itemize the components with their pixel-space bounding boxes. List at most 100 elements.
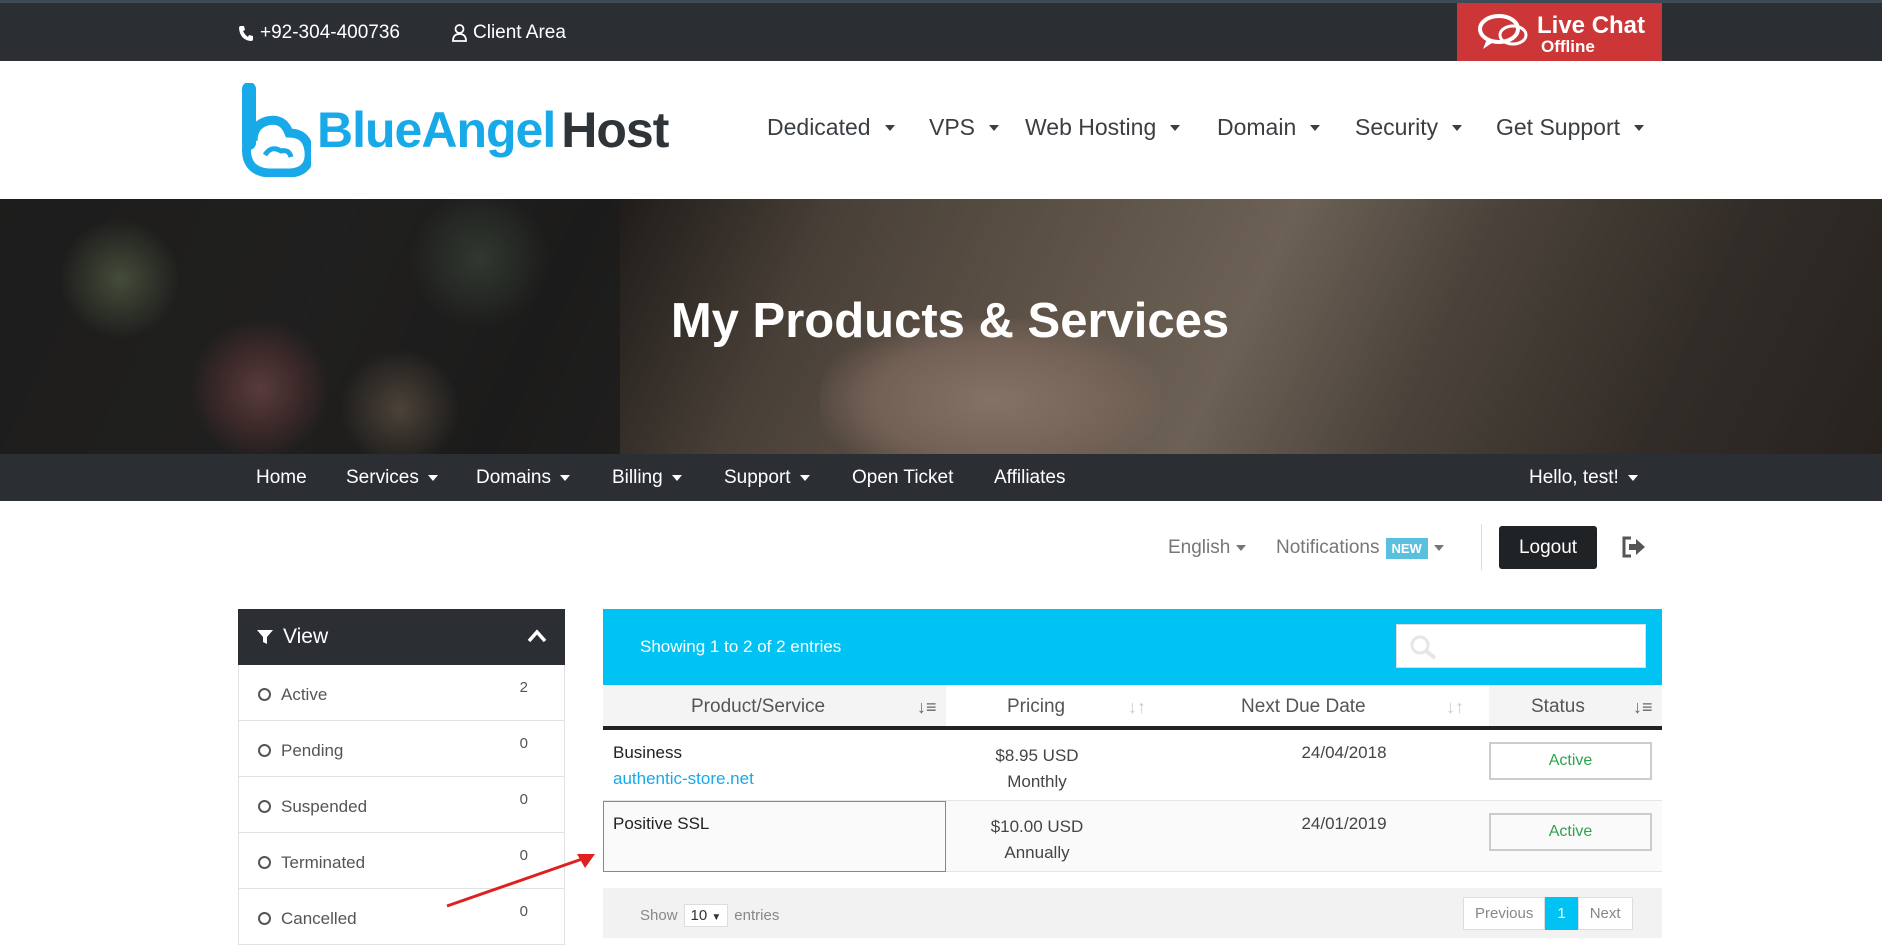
live-chat-button[interactable]: Live Chat Offline xyxy=(1457,3,1662,64)
phone-contact[interactable]: +92-304-400736 xyxy=(238,22,400,44)
page-size-control: Show 10 ▼ entries xyxy=(640,904,779,927)
client-area-link[interactable]: Client Area xyxy=(452,22,566,44)
col-pricing[interactable]: Pricing xyxy=(1007,696,1065,718)
annotation-arrow-icon xyxy=(446,854,595,908)
client-area-label: Client Area xyxy=(473,22,566,43)
nav-web-hosting-label: Web Hosting xyxy=(1025,114,1157,140)
sign-out-icon[interactable] xyxy=(1621,535,1647,559)
radio-icon xyxy=(258,688,271,701)
nav-dedicated[interactable]: Dedicated xyxy=(767,114,895,141)
nav-domain[interactable]: Domain xyxy=(1217,114,1321,141)
cloud-logo-icon xyxy=(241,83,311,177)
entries-label: entries xyxy=(734,907,780,924)
language-selector[interactable]: English xyxy=(1168,526,1247,570)
subnav-domains[interactable]: Domains xyxy=(476,467,570,489)
subnav-services[interactable]: Services xyxy=(346,467,438,489)
hero-banner: My Products & Services xyxy=(0,199,1882,454)
product-domain[interactable]: authentic-store.net xyxy=(613,769,754,789)
caret-down-icon xyxy=(671,475,682,481)
col-product[interactable]: Product/Service xyxy=(691,696,825,718)
previous-page-button[interactable]: Previous xyxy=(1463,897,1546,930)
page-title: My Products & Services xyxy=(670,294,1230,348)
subnav-affiliates-label: Affiliates xyxy=(994,467,1066,488)
notifications-label: Notifications xyxy=(1276,537,1380,558)
subnav-billing-label: Billing xyxy=(612,467,663,488)
filter-count: 0 xyxy=(519,735,528,752)
sort-desc-icon[interactable]: ↓≡ xyxy=(917,697,937,718)
table-search-input[interactable] xyxy=(1396,624,1646,668)
nav-get-support[interactable]: Get Support xyxy=(1496,114,1645,141)
dropdown-arrow-icon: ▼ xyxy=(711,912,722,923)
product-name: Business xyxy=(613,743,682,762)
price-amount: $10.00 USD xyxy=(990,817,1084,836)
logo-text-host: Host xyxy=(561,102,669,158)
table-toolbar: Showing 1 to 2 of 2 entries xyxy=(603,609,1662,685)
subnav-services-label: Services xyxy=(346,467,419,488)
top-bar: +92-304-400736 Client Area Live Chat Off… xyxy=(0,0,1882,64)
caret-down-icon xyxy=(1634,124,1645,131)
language-label: English xyxy=(1168,537,1231,558)
col-next-due-date[interactable]: Next Due Date xyxy=(1241,696,1366,718)
col-status[interactable]: Status xyxy=(1531,696,1585,718)
filter-icon xyxy=(257,630,273,644)
filter-count: 0 xyxy=(519,791,528,808)
products-table-panel: Showing 1 to 2 of 2 entries Product/Serv… xyxy=(603,609,1662,872)
price-amount: $8.95 USD xyxy=(995,746,1079,765)
page-1-button[interactable]: 1 xyxy=(1545,897,1578,930)
nav-vps[interactable]: VPS xyxy=(929,114,1000,141)
subnav-affiliates[interactable]: Affiliates xyxy=(994,467,1065,489)
sort-icon[interactable]: ↓↑ xyxy=(1446,697,1464,718)
filter-label: Terminated xyxy=(281,853,366,872)
filter-label: Active xyxy=(281,685,328,704)
subnav-billing[interactable]: Billing xyxy=(612,467,682,489)
subnav-open-ticket-label: Open Ticket xyxy=(852,467,954,488)
filter-active[interactable]: Active 2 xyxy=(238,665,565,721)
table-header: Product/Service ↓≡ Pricing ↓↑ Next Due D… xyxy=(603,685,1662,730)
sort-desc-icon[interactable]: ↓≡ xyxy=(1633,697,1653,718)
subnav-home-label: Home xyxy=(256,467,307,488)
table-row[interactable]: Positive SSL $10.00 USD Annually 24/01/20… xyxy=(603,801,1662,872)
product-pricing: $8.95 USD Monthly xyxy=(937,743,1137,795)
caret-down-icon xyxy=(559,475,570,481)
subnav-home[interactable]: Home xyxy=(256,467,307,489)
product-pricing: $10.00 USD Annually xyxy=(937,814,1137,866)
phone-icon xyxy=(239,25,253,41)
sort-icon[interactable]: ↓↑ xyxy=(1128,697,1146,718)
billing-cycle: Annually xyxy=(1004,843,1070,862)
table-row[interactable]: Business authentic-store.net $8.95 USD Mo… xyxy=(603,730,1662,801)
site-logo[interactable]: BlueAngel Host xyxy=(235,83,669,177)
logo-text-blueangel: BlueAngel xyxy=(317,102,556,158)
status-badge: Active xyxy=(1489,813,1652,851)
live-chat-status: Offline xyxy=(1541,37,1595,56)
radio-icon xyxy=(258,800,271,813)
notifications-menu[interactable]: Notifications NEW xyxy=(1276,526,1444,570)
nav-web-hosting[interactable]: Web Hosting xyxy=(1025,114,1181,141)
chevron-up-icon[interactable] xyxy=(527,629,547,643)
filter-pending[interactable]: Pending 0 xyxy=(238,721,565,777)
chat-bubbles-icon xyxy=(1478,14,1528,49)
user-menu[interactable]: Hello, test! xyxy=(1529,467,1638,489)
next-page-button[interactable]: Next xyxy=(1577,897,1633,930)
filter-label: Cancelled xyxy=(281,909,357,928)
caret-down-icon xyxy=(1452,124,1463,131)
status-badge: Active xyxy=(1489,742,1652,780)
logout-button[interactable]: Logout xyxy=(1499,526,1597,569)
caret-down-icon xyxy=(989,124,1000,131)
subnav-open-ticket[interactable]: Open Ticket xyxy=(852,467,953,489)
nav-security[interactable]: Security xyxy=(1355,114,1463,141)
radio-icon xyxy=(258,912,271,925)
subnav-support[interactable]: Support xyxy=(724,467,810,489)
view-panel-header[interactable]: View xyxy=(238,609,565,665)
pagination: Previous 1 Next xyxy=(1463,897,1633,930)
site-header: BlueAngel Host Dedicated VPS Web Hosting… xyxy=(0,61,1882,199)
new-badge: NEW xyxy=(1385,537,1428,559)
next-due-date: 24/01/2019 xyxy=(1301,814,1387,833)
page-size-select[interactable]: 10 ▼ xyxy=(683,904,729,927)
nav-dedicated-label: Dedicated xyxy=(767,114,871,140)
nav-security-label: Security xyxy=(1355,114,1439,140)
page-size-value: 10 xyxy=(690,907,708,924)
filter-count: 2 xyxy=(519,679,528,696)
filter-suspended[interactable]: Suspended 0 xyxy=(238,777,565,833)
nav-vps-label: VPS xyxy=(929,114,976,140)
search-icon xyxy=(1410,635,1437,660)
